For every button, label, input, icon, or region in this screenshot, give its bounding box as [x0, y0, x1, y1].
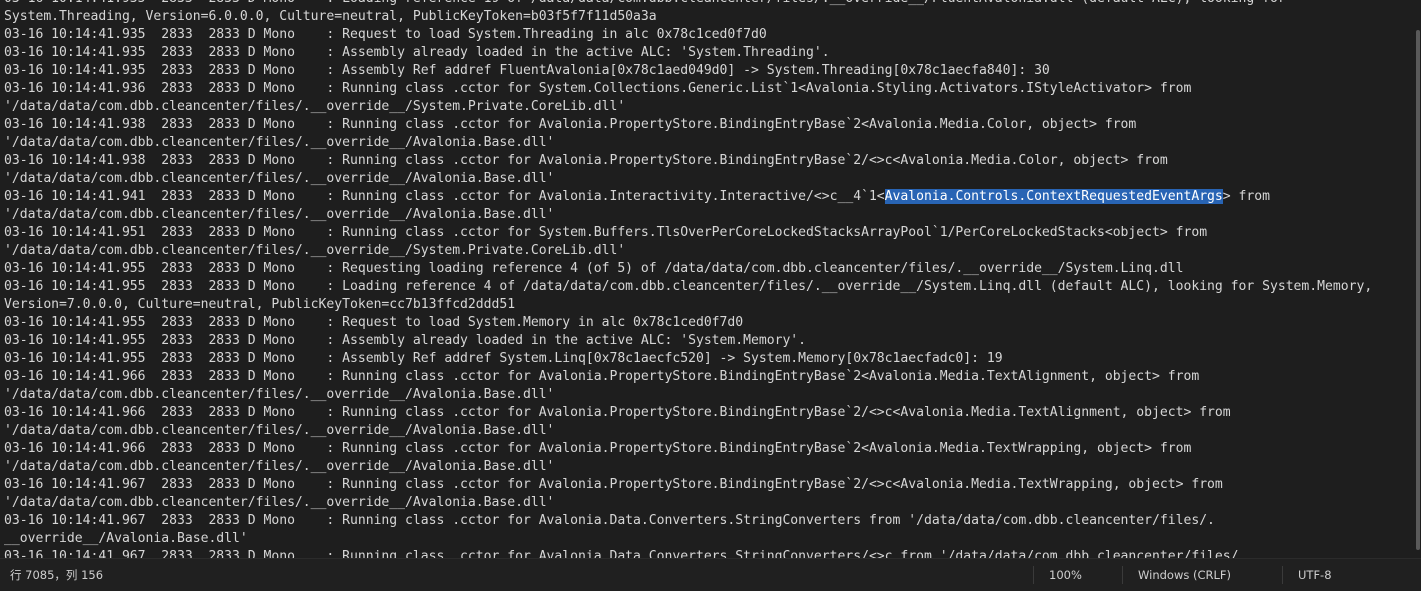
- log-line-text: 03-16 10:14:41.938 2833 2833 D Mono : Ru…: [4, 153, 1168, 168]
- log-line-text: 03-16 10:14:41.951 2833 2833 D Mono : Ru…: [4, 225, 1208, 240]
- log-line[interactable]: 03-16 10:14:41.955 2833 2833 D Mono : As…: [4, 332, 1415, 350]
- log-line-text: 03-16 10:14:41.938 2833 2833 D Mono : Ru…: [4, 117, 1137, 132]
- log-line-text: __override__/Avalonia.Base.dll': [4, 531, 248, 546]
- encoding-selector[interactable]: UTF-8: [1298, 559, 1332, 591]
- log-line-text: 03-16 10:14:41.935 2833 2833 D Mono : As…: [4, 45, 830, 60]
- log-line[interactable]: __override__/Avalonia.Base.dll': [4, 530, 1415, 548]
- log-line-text: 03-16 10:14:41.967 2833 2833 D Mono : Ru…: [4, 477, 1223, 492]
- log-line-text: 03-16 10:14:41.941 2833 2833 D Mono : Ru…: [4, 189, 885, 204]
- log-line[interactable]: 03-16 10:14:41.955 2833 2833 D Mono : As…: [4, 350, 1415, 368]
- log-line[interactable]: '/data/data/com.dbb.cleancenter/files/._…: [4, 134, 1415, 152]
- log-line[interactable]: '/data/data/com.dbb.cleancenter/files/._…: [4, 98, 1415, 116]
- log-line[interactable]: 03-16 10:14:41.966 2833 2833 D Mono : Ru…: [4, 404, 1415, 422]
- log-line-text: > from: [1222, 189, 1270, 204]
- log-line[interactable]: 03-16 10:14:41.938 2833 2833 D Mono : Ru…: [4, 152, 1415, 170]
- log-line-text: '/data/data/com.dbb.cleancenter/files/._…: [4, 495, 555, 510]
- editor-lines[interactable]: 03-16 10:14:41.935 2833 2833 D Mono : Lo…: [4, 0, 1415, 559]
- log-line-text: '/data/data/com.dbb.cleancenter/files/._…: [4, 207, 555, 222]
- log-line-text: '/data/data/com.dbb.cleancenter/files/._…: [4, 243, 626, 258]
- log-line-text: 03-16 10:14:41.966 2833 2833 D Mono : Ru…: [4, 369, 1200, 384]
- log-line-text: 03-16 10:14:41.935 2833 2833 D Mono : Lo…: [4, 0, 1286, 6]
- log-line[interactable]: '/data/data/com.dbb.cleancenter/files/._…: [4, 422, 1415, 440]
- log-line[interactable]: Version=7.0.0.0, Culture=neutral, Public…: [4, 296, 1415, 314]
- log-line-text: '/data/data/com.dbb.cleancenter/files/._…: [4, 135, 555, 150]
- log-line[interactable]: 03-16 10:14:41.951 2833 2833 D Mono : Ru…: [4, 224, 1415, 242]
- log-line-text: 03-16 10:14:41.935 2833 2833 D Mono : As…: [4, 63, 1050, 78]
- log-line[interactable]: 03-16 10:14:41.967 2833 2833 D Mono : Ru…: [4, 512, 1415, 530]
- log-line[interactable]: 03-16 10:14:41.955 2833 2833 D Mono : Re…: [4, 314, 1415, 332]
- log-line[interactable]: '/data/data/com.dbb.cleancenter/files/._…: [4, 206, 1415, 224]
- log-line[interactable]: 03-16 10:14:41.935 2833 2833 D Mono : As…: [4, 62, 1415, 80]
- log-line-text: System.Threading, Version=6.0.0.0, Cultu…: [4, 9, 657, 24]
- log-line-text: 03-16 10:14:41.955 2833 2833 D Mono : Lo…: [4, 279, 1373, 294]
- status-divider: [1282, 566, 1283, 584]
- log-line-text: '/data/data/com.dbb.cleancenter/files/._…: [4, 423, 555, 438]
- line-ending-selector[interactable]: Windows (CRLF): [1138, 559, 1231, 591]
- status-divider: [1122, 566, 1123, 584]
- vertical-scrollbar[interactable]: [1415, 0, 1421, 559]
- log-line[interactable]: 03-16 10:14:41.935 2833 2833 D Mono : Lo…: [4, 0, 1415, 8]
- log-line[interactable]: 03-16 10:14:41.935 2833 2833 D Mono : Re…: [4, 26, 1415, 44]
- text-selection[interactable]: Avalonia.Controls.ContextRequestedEventA…: [884, 189, 1223, 204]
- log-line[interactable]: 03-16 10:14:41.966 2833 2833 D Mono : Ru…: [4, 368, 1415, 386]
- log-line-text: 03-16 10:14:41.967 2833 2833 D Mono : Ru…: [4, 513, 1215, 528]
- log-line[interactable]: 03-16 10:14:41.955 2833 2833 D Mono : Lo…: [4, 278, 1415, 296]
- log-line-text: 03-16 10:14:41.955 2833 2833 D Mono : Re…: [4, 315, 744, 330]
- log-line-text: '/data/data/com.dbb.cleancenter/files/._…: [4, 171, 555, 186]
- log-line-text: 03-16 10:14:41.966 2833 2833 D Mono : Ru…: [4, 441, 1192, 456]
- log-line-text: Version=7.0.0.0, Culture=neutral, Public…: [4, 297, 516, 312]
- text-editor[interactable]: 03-16 10:14:41.935 2833 2833 D Mono : Lo…: [0, 0, 1421, 559]
- log-line-text: '/data/data/com.dbb.cleancenter/files/._…: [4, 459, 555, 474]
- log-line-text: 03-16 10:14:41.935 2833 2833 D Mono : Re…: [4, 27, 767, 42]
- log-line-text: '/data/data/com.dbb.cleancenter/files/._…: [4, 99, 626, 114]
- status-bar: 行 7085，列 156 100% Windows (CRLF) UTF-8: [0, 558, 1421, 591]
- log-line[interactable]: 03-16 10:14:41.955 2833 2833 D Mono : Re…: [4, 260, 1415, 278]
- log-line-text: 03-16 10:14:41.955 2833 2833 D Mono : Re…: [4, 261, 1184, 276]
- log-line[interactable]: '/data/data/com.dbb.cleancenter/files/._…: [4, 242, 1415, 260]
- log-line[interactable]: 03-16 10:14:41.936 2833 2833 D Mono : Ru…: [4, 80, 1415, 98]
- cursor-position[interactable]: 行 7085，列 156: [10, 559, 103, 591]
- scrollbar-thumb[interactable]: [1416, 30, 1420, 550]
- log-line[interactable]: 03-16 10:14:41.935 2833 2833 D Mono : As…: [4, 44, 1415, 62]
- log-line[interactable]: 03-16 10:14:41.941 2833 2833 D Mono : Ru…: [4, 188, 1415, 206]
- log-line-text: 03-16 10:14:41.955 2833 2833 D Mono : As…: [4, 351, 1003, 366]
- status-divider: [1033, 566, 1034, 584]
- log-line-text: 03-16 10:14:41.955 2833 2833 D Mono : As…: [4, 333, 807, 348]
- log-line[interactable]: 03-16 10:14:41.938 2833 2833 D Mono : Ru…: [4, 116, 1415, 134]
- log-line[interactable]: '/data/data/com.dbb.cleancenter/files/._…: [4, 170, 1415, 188]
- log-line[interactable]: '/data/data/com.dbb.cleancenter/files/._…: [4, 386, 1415, 404]
- log-line[interactable]: 03-16 10:14:41.966 2833 2833 D Mono : Ru…: [4, 440, 1415, 458]
- log-line[interactable]: 03-16 10:14:41.967 2833 2833 D Mono : Ru…: [4, 476, 1415, 494]
- log-line[interactable]: '/data/data/com.dbb.cleancenter/files/._…: [4, 494, 1415, 512]
- log-line-text: 03-16 10:14:41.936 2833 2833 D Mono : Ru…: [4, 81, 1192, 96]
- log-line[interactable]: System.Threading, Version=6.0.0.0, Cultu…: [4, 8, 1415, 26]
- zoom-level[interactable]: 100%: [1049, 559, 1082, 591]
- log-line-text: '/data/data/com.dbb.cleancenter/files/._…: [4, 387, 555, 402]
- log-line[interactable]: '/data/data/com.dbb.cleancenter/files/._…: [4, 458, 1415, 476]
- log-line-text: 03-16 10:14:41.966 2833 2833 D Mono : Ru…: [4, 405, 1231, 420]
